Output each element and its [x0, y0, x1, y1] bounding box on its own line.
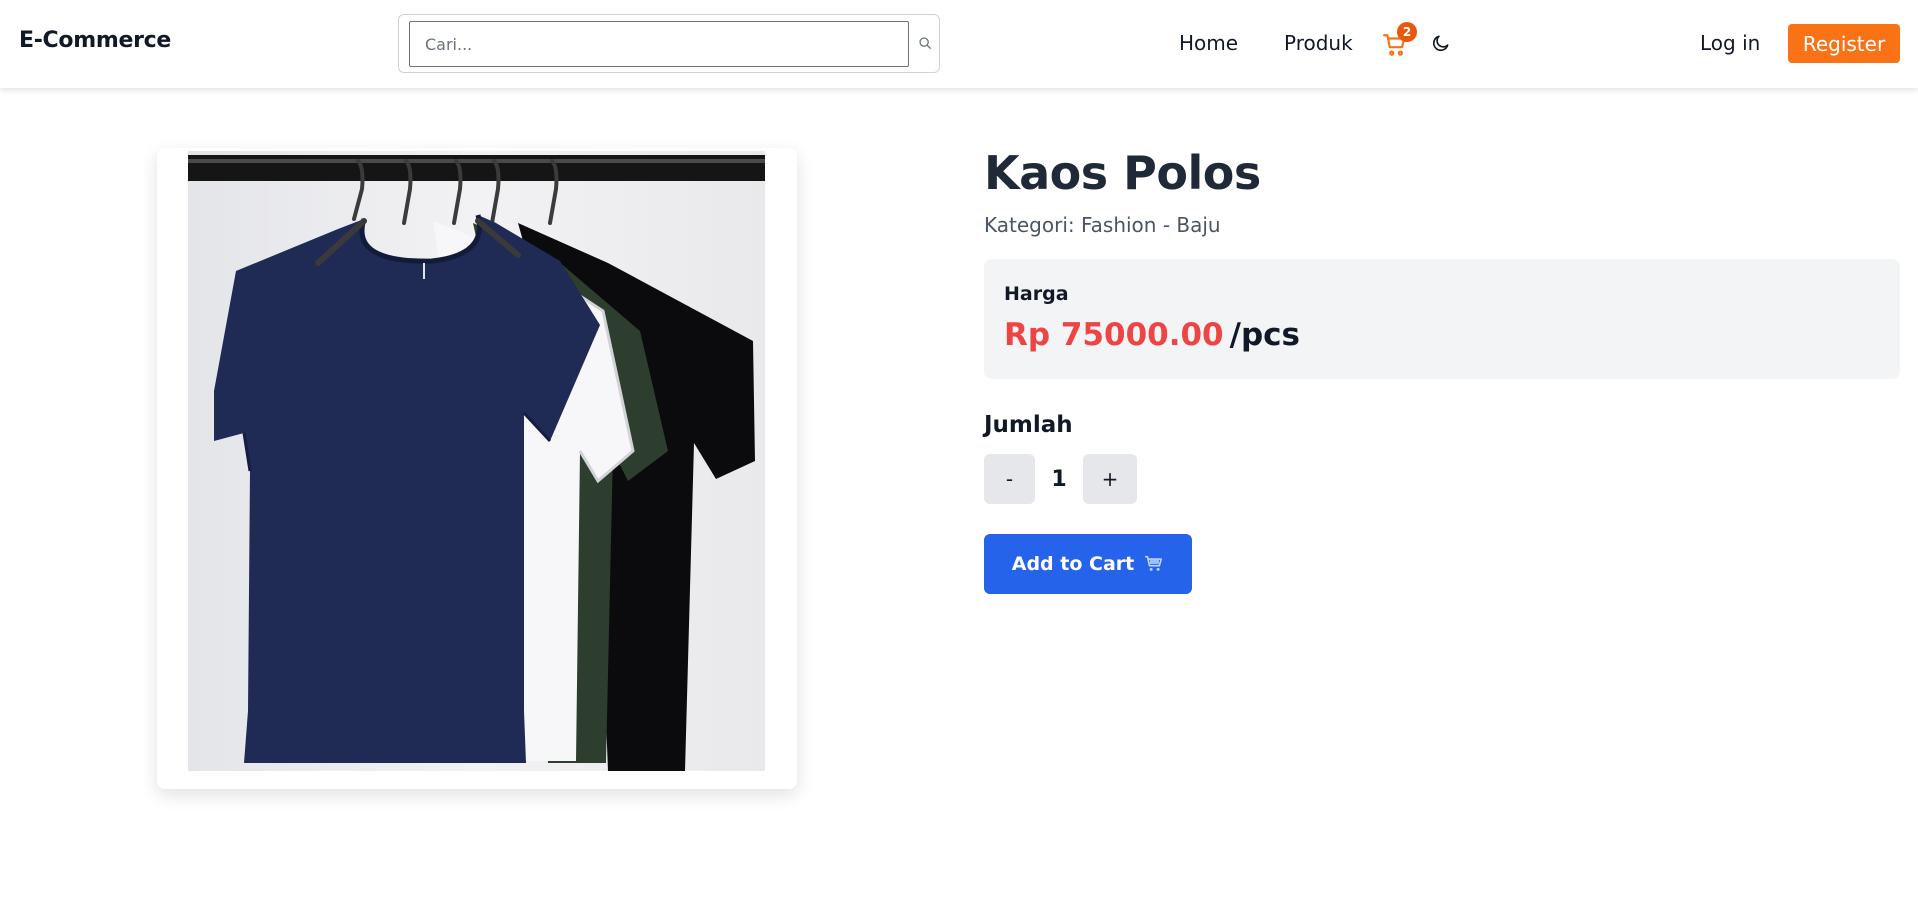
add-to-cart-label: Add to Cart: [1011, 553, 1135, 575]
theme-toggle-button[interactable]: [1431, 33, 1453, 55]
quantity-label: Jumlah: [984, 412, 1073, 438]
search-input[interactable]: [409, 21, 909, 67]
search-button[interactable]: [911, 29, 939, 57]
product-title: Kaos Polos: [984, 146, 1261, 200]
product-image-card: [157, 148, 797, 789]
cart-count-badge: 2: [1397, 22, 1417, 42]
search-icon: [919, 37, 931, 49]
price-value: Rp 75000.00: [1004, 317, 1224, 353]
price-unit: /pcs: [1229, 317, 1300, 353]
brand-logo[interactable]: E-Commerce: [19, 28, 171, 53]
quantity-value: 1: [1051, 466, 1067, 492]
cart-button[interactable]: 2: [1382, 22, 1417, 62]
tshirt-rack-illustration: [188, 151, 765, 771]
add-to-cart-button[interactable]: Add to Cart: [984, 534, 1192, 594]
nav-home-link[interactable]: Home: [1179, 31, 1238, 55]
product-category: Kategori: Fashion - Baju: [984, 213, 1221, 237]
quantity-decrease-button[interactable]: -: [984, 454, 1035, 504]
register-button[interactable]: Register: [1788, 24, 1900, 63]
price-row: Rp 75000.00/pcs: [1004, 317, 1300, 353]
search-bar: [398, 14, 940, 73]
moon-icon: [1432, 35, 1449, 52]
nav-products-link[interactable]: Produk: [1284, 31, 1353, 55]
price-label: Harga: [1004, 283, 1069, 305]
product-image: [188, 151, 765, 771]
top-navbar: E-Commerce Home Produk 2 Log in Register: [0, 0, 1918, 88]
quantity-increase-button[interactable]: +: [1083, 454, 1137, 504]
cart-icon: [1145, 555, 1163, 571]
price-box: Harga Rp 75000.00/pcs: [984, 259, 1900, 379]
login-link[interactable]: Log in: [1700, 31, 1760, 55]
